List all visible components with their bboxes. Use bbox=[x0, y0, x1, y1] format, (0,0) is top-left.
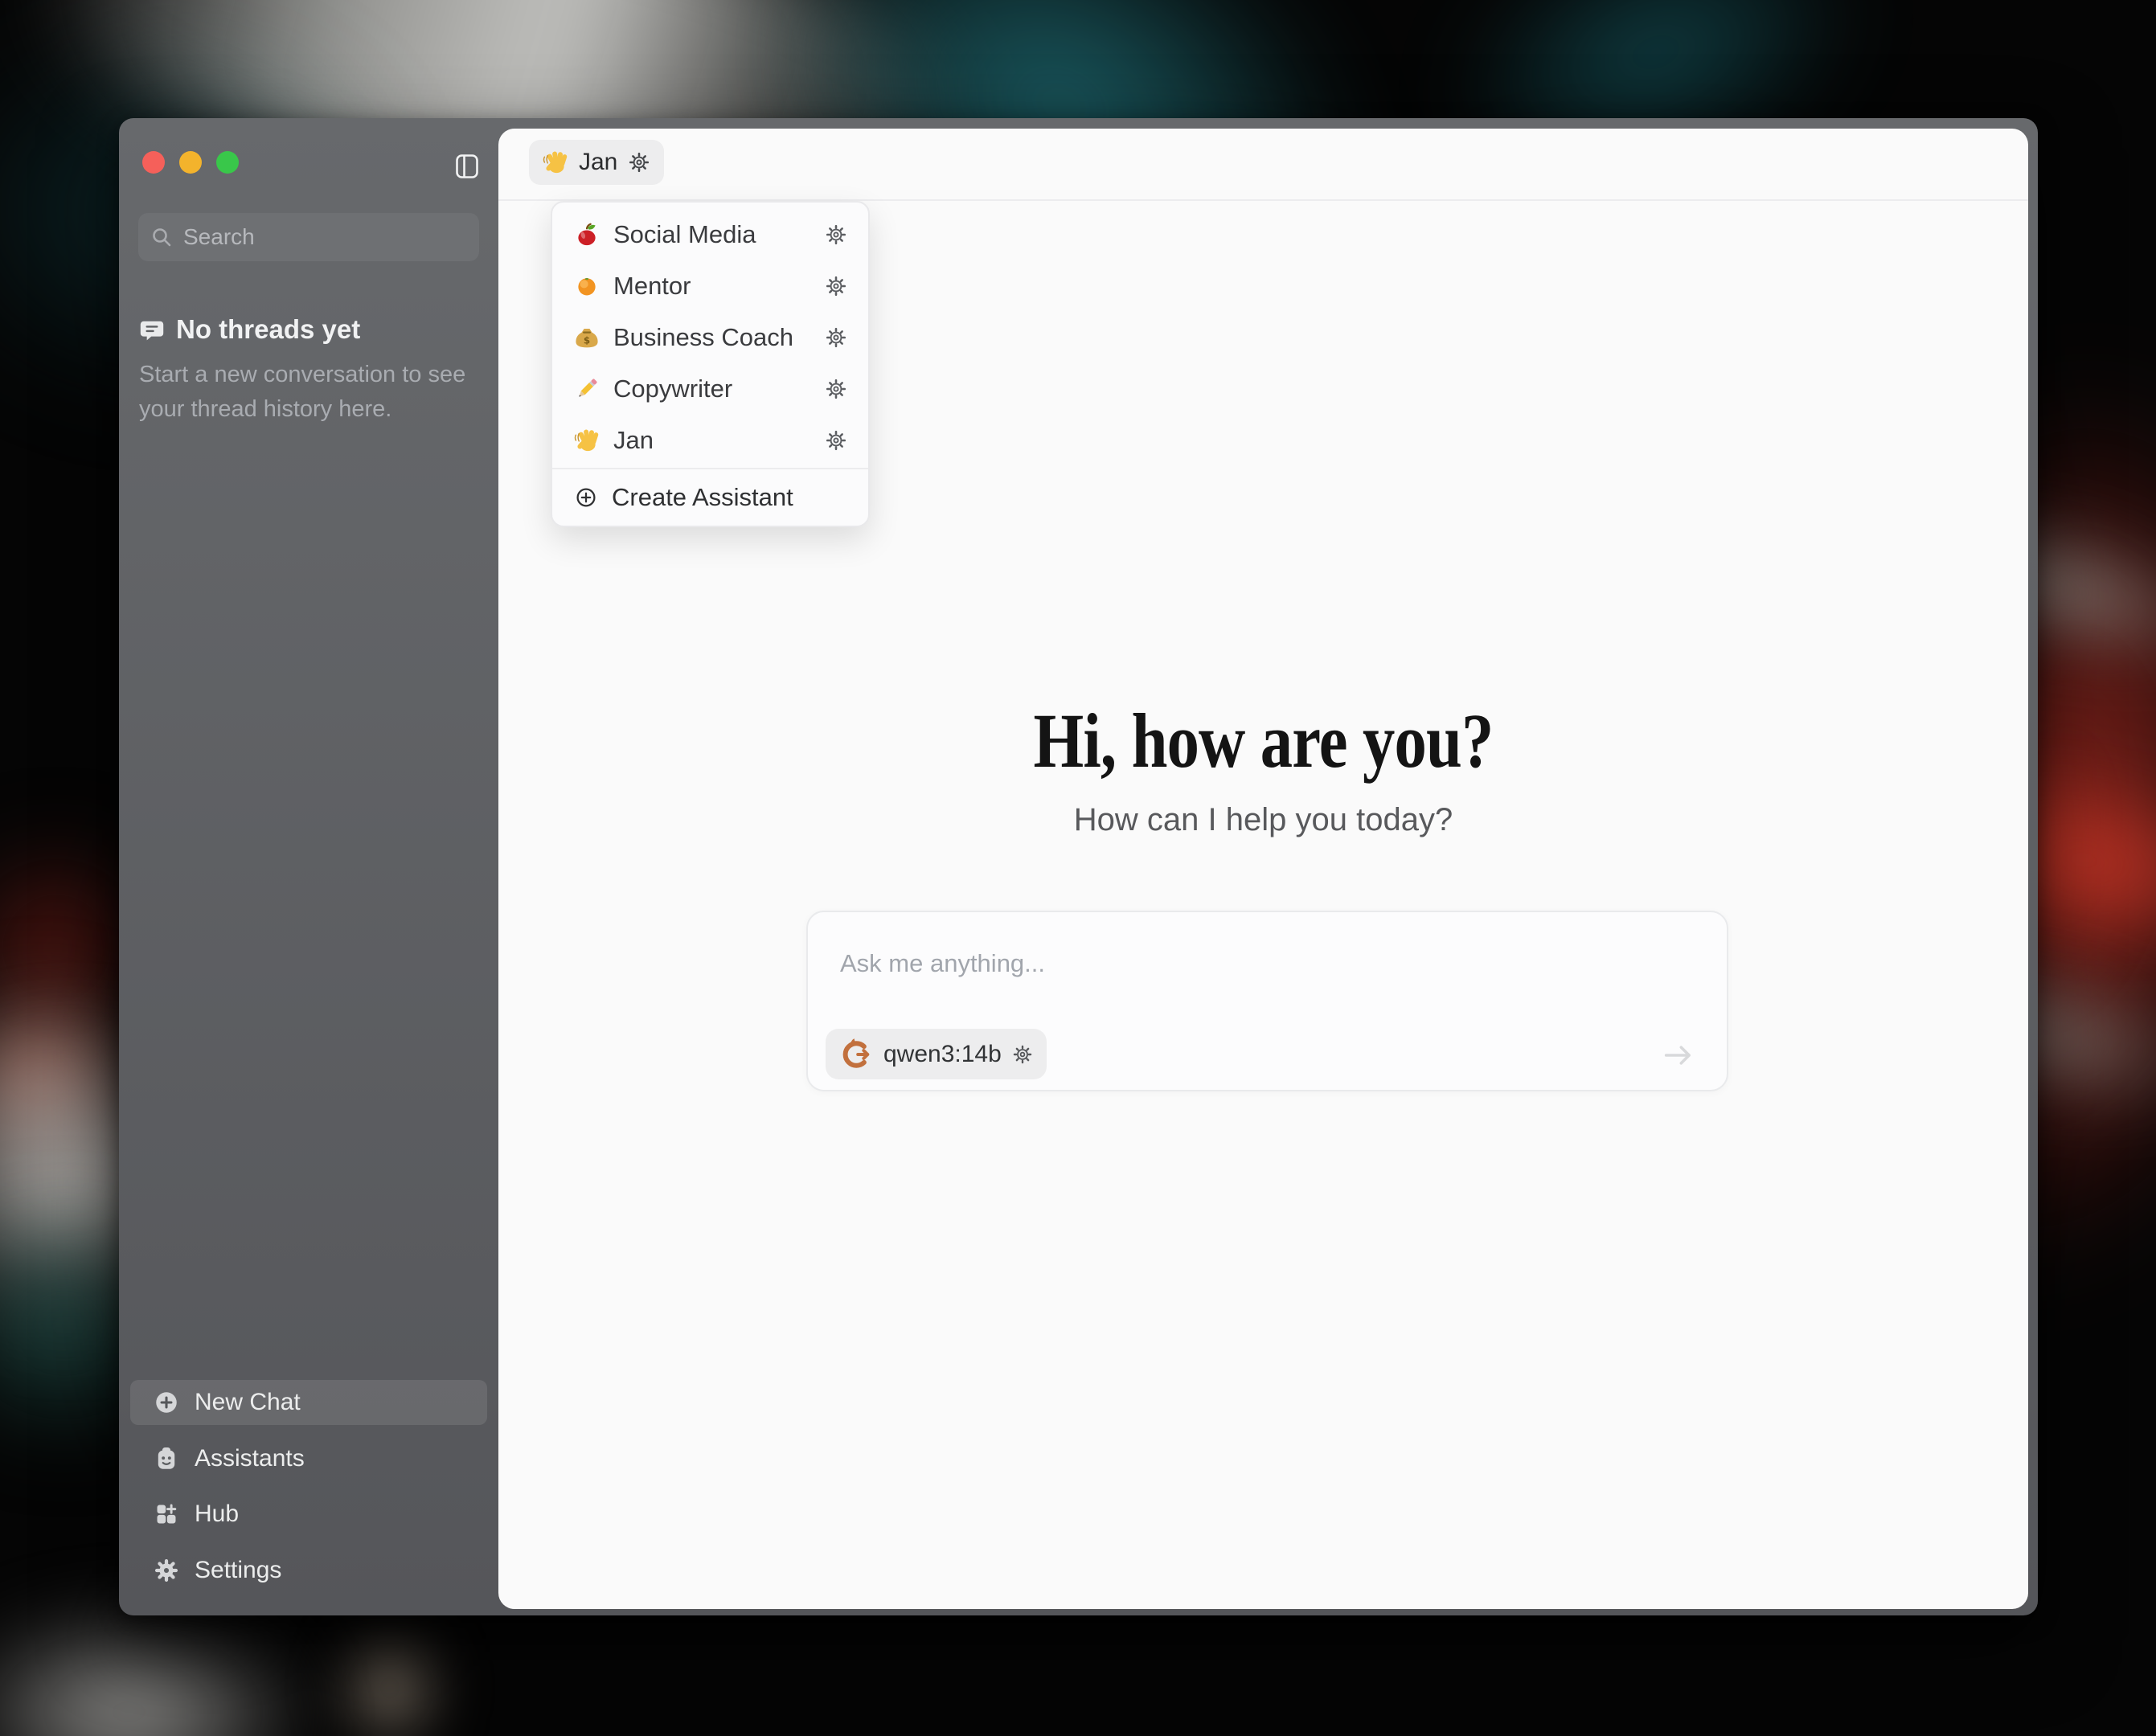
sidebar-item-assistants[interactable]: Assistants bbox=[130, 1436, 487, 1481]
empty-state-title: No threads yet bbox=[176, 314, 360, 345]
model-settings-gear-icon[interactable] bbox=[1011, 1043, 1034, 1066]
main-panel: Jan Social Media bbox=[498, 129, 2028, 1609]
menu-item-label: Jan bbox=[613, 426, 811, 455]
menu-item-social-media[interactable]: Social Media bbox=[552, 209, 868, 260]
hub-grid-icon bbox=[153, 1501, 180, 1528]
desktop: Search No threads yet Start a new conver… bbox=[0, 0, 2156, 1736]
assistant-dropdown-menu: Social Media Mentor bbox=[551, 201, 870, 527]
item-gear-icon[interactable] bbox=[824, 223, 848, 247]
item-gear-icon[interactable] bbox=[824, 274, 848, 298]
model-name: qwen3:14b bbox=[883, 1041, 1002, 1068]
wallpaper-tan-bottom bbox=[338, 1623, 442, 1736]
sidebar-item-label: Settings bbox=[195, 1557, 281, 1584]
sidebar-item-label: Assistants bbox=[195, 1445, 305, 1472]
minimize-button[interactable] bbox=[179, 151, 202, 174]
menu-item-label: Copywriter bbox=[613, 375, 811, 403]
menu-item-copywriter[interactable]: Copywriter bbox=[552, 363, 868, 415]
menu-item-create-assistant[interactable]: Create Assistant bbox=[552, 469, 868, 526]
model-provider-icon bbox=[838, 1037, 874, 1072]
gear-icon bbox=[153, 1557, 180, 1584]
model-selector[interactable]: qwen3:14b bbox=[826, 1029, 1047, 1079]
waving-hand-icon bbox=[542, 149, 569, 176]
chat-header: Jan bbox=[498, 129, 2028, 201]
search-placeholder: Search bbox=[183, 224, 255, 250]
hero-subtitle: How can I help you today? bbox=[498, 802, 2028, 838]
send-arrow-icon[interactable] bbox=[1661, 1038, 1696, 1073]
menu-item-jan[interactable]: Jan bbox=[552, 415, 868, 466]
chat-bubble-icon bbox=[139, 317, 165, 342]
item-gear-icon[interactable] bbox=[824, 428, 848, 452]
zoom-button[interactable] bbox=[216, 151, 239, 174]
menu-item-label: Business Coach bbox=[613, 323, 811, 352]
item-gear-icon[interactable] bbox=[824, 326, 848, 350]
menu-item-label: Social Media bbox=[613, 220, 811, 249]
window-controls bbox=[142, 151, 239, 174]
sidebar-item-label: New Chat bbox=[195, 1389, 301, 1416]
menu-item-label: Mentor bbox=[613, 272, 811, 301]
sidebar-item-label: Hub bbox=[195, 1501, 239, 1528]
hero-title: Hi, how are you? bbox=[1034, 701, 1494, 781]
pencil-icon bbox=[573, 375, 600, 403]
menu-item-label: Create Assistant bbox=[612, 483, 793, 512]
sidebar-item-new-chat[interactable]: New Chat bbox=[130, 1380, 487, 1425]
search-icon bbox=[151, 227, 172, 248]
red-apple-icon bbox=[573, 221, 600, 248]
item-gear-icon[interactable] bbox=[824, 377, 848, 401]
sidebar-toggle-icon[interactable] bbox=[456, 154, 478, 178]
sidebar-item-settings[interactable]: Settings bbox=[130, 1548, 487, 1593]
composer-placeholder: Ask me anything... bbox=[840, 949, 1045, 978]
menu-item-mentor[interactable]: Mentor bbox=[552, 260, 868, 312]
close-button[interactable] bbox=[142, 151, 165, 174]
waving-hand-icon bbox=[573, 427, 600, 454]
assistant-selector[interactable]: Jan bbox=[529, 140, 664, 185]
wallpaper-gray-bottom bbox=[0, 1615, 314, 1736]
hero: Hi, how are you? bbox=[498, 701, 2028, 781]
assistant-robot-icon bbox=[153, 1445, 180, 1472]
app-window: Search No threads yet Start a new conver… bbox=[119, 118, 2038, 1615]
plus-circle-outline-icon bbox=[573, 485, 599, 510]
tangerine-icon bbox=[573, 272, 600, 300]
empty-state-description: Start a new conversation to see your thr… bbox=[139, 358, 477, 427]
plus-circle-icon bbox=[153, 1389, 180, 1416]
sidebar-item-hub[interactable]: Hub bbox=[130, 1492, 487, 1537]
threads-empty-state: No threads yet Start a new conversation … bbox=[139, 314, 477, 427]
money-bag-icon bbox=[573, 324, 600, 351]
message-composer[interactable]: Ask me anything... qwen3:14b bbox=[806, 911, 1728, 1091]
search-input[interactable]: Search bbox=[138, 213, 479, 261]
menu-item-business-coach[interactable]: Business Coach bbox=[552, 312, 868, 363]
sidebar: Search No threads yet Start a new conver… bbox=[119, 118, 498, 1615]
assistant-name: Jan bbox=[579, 149, 617, 176]
assistant-settings-gear-icon[interactable] bbox=[627, 150, 651, 174]
